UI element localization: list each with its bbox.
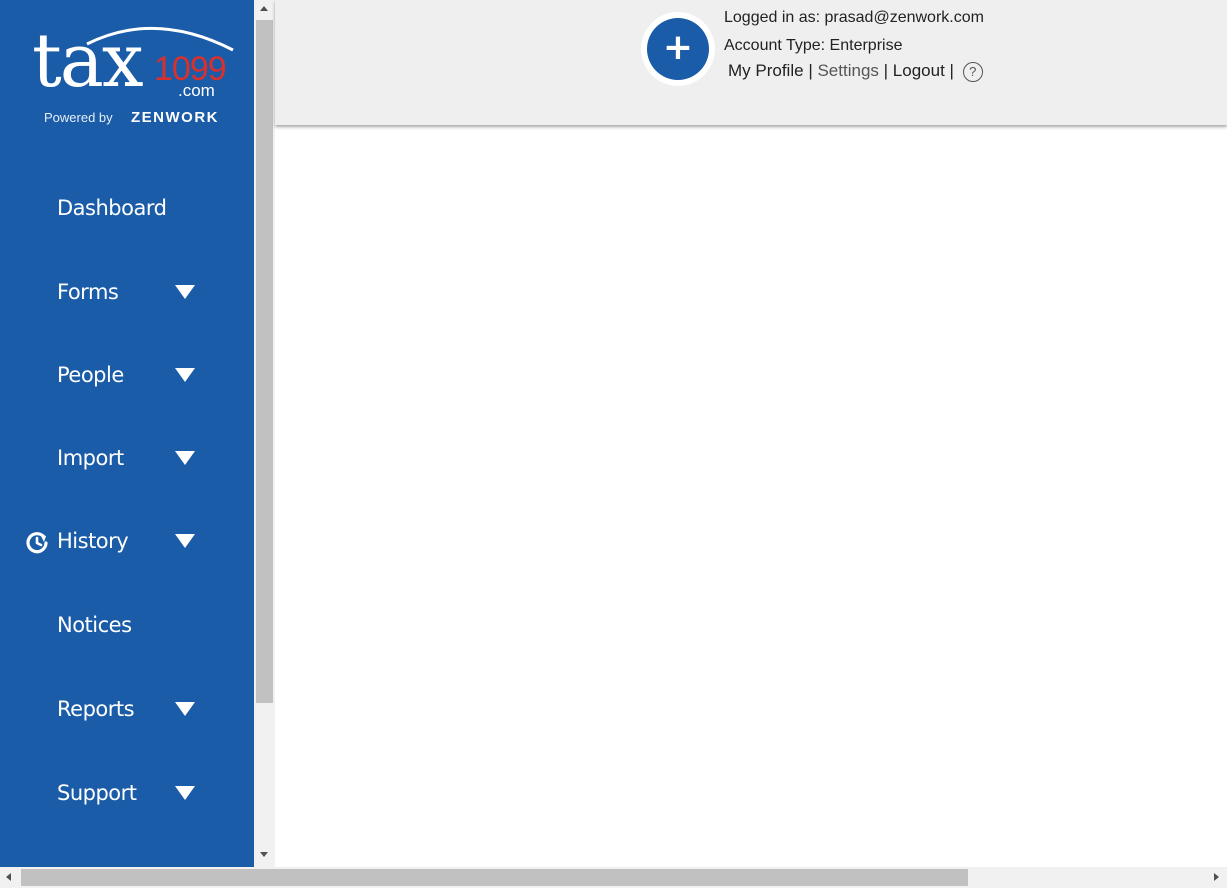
scroll-up-arrow-icon[interactable]: [260, 6, 268, 11]
tax1099-logo[interactable]: tax 1099 .com Powered by ZENWORK: [30, 18, 240, 133]
user-links: My Profile | Settings | Logout | ?: [728, 61, 983, 82]
sidebar-item-label: People: [57, 363, 124, 387]
sidebar-item-reports[interactable]: Reports: [0, 689, 254, 729]
help-icon[interactable]: ?: [962, 61, 983, 82]
link-separator: |: [808, 61, 813, 80]
logo-powered-by: Powered by: [44, 110, 113, 125]
my-profile-link[interactable]: My Profile: [728, 61, 804, 80]
caret-down-icon: [175, 786, 195, 800]
top-header: + Logged in as: prasad@zenwork.com Accou…: [275, 0, 1227, 125]
sidebar-item-label: Support: [57, 781, 137, 805]
sidebar-item-label: Dashboard: [57, 196, 167, 220]
scroll-left-arrow-icon[interactable]: [6, 873, 11, 881]
settings-link[interactable]: Settings: [817, 61, 878, 80]
sidebar-item-import[interactable]: Import: [0, 438, 254, 478]
sidebar-item-history[interactable]: History: [0, 521, 254, 561]
history-icon: [26, 532, 48, 554]
caret-down-icon: [175, 534, 195, 548]
logged-in-as-text: Logged in as: prasad@zenwork.com: [724, 9, 984, 26]
logo-partner: ZENWORK: [131, 109, 219, 126]
scroll-down-arrow-icon[interactable]: [260, 852, 268, 857]
add-button[interactable]: +: [641, 12, 715, 86]
sidebar-item-support[interactable]: Support: [0, 773, 254, 813]
logo-brand-suffix: .com: [178, 81, 215, 100]
sidebar-item-label: Forms: [57, 280, 119, 304]
logout-link[interactable]: Logout: [893, 61, 945, 80]
account-type-text: Account Type: Enterprise: [724, 37, 903, 54]
plus-icon: +: [647, 18, 709, 80]
sidebar-scrollbar[interactable]: [254, 0, 275, 867]
link-separator: |: [949, 61, 954, 80]
logo-brand-text: tax: [32, 18, 144, 104]
caret-down-icon: [175, 285, 195, 299]
sidebar-item-forms[interactable]: Forms: [0, 272, 254, 312]
sidebar-item-label: Reports: [57, 697, 135, 721]
sidebar-item-dashboard[interactable]: Dashboard: [0, 188, 254, 228]
sidebar-item-label: History: [57, 529, 129, 553]
scroll-right-arrow-icon[interactable]: [1214, 873, 1219, 881]
caret-down-icon: [175, 451, 195, 465]
sidebar-item-label: Notices: [57, 613, 132, 637]
sidebar-item-notices[interactable]: Notices: [0, 605, 254, 645]
sidebar-item-label: Import: [57, 446, 124, 470]
caret-down-icon: [175, 702, 195, 716]
horizontal-scrollbar[interactable]: [0, 867, 1227, 888]
sidebar-scrollbar-thumb[interactable]: [256, 20, 273, 703]
sidebar-item-people[interactable]: People: [0, 355, 254, 395]
link-separator: |: [883, 61, 889, 80]
sidebar: tax 1099 .com Powered by ZENWORK Dashboa…: [0, 0, 254, 867]
horizontal-scrollbar-thumb[interactable]: [21, 869, 968, 886]
caret-down-icon: [175, 368, 195, 382]
